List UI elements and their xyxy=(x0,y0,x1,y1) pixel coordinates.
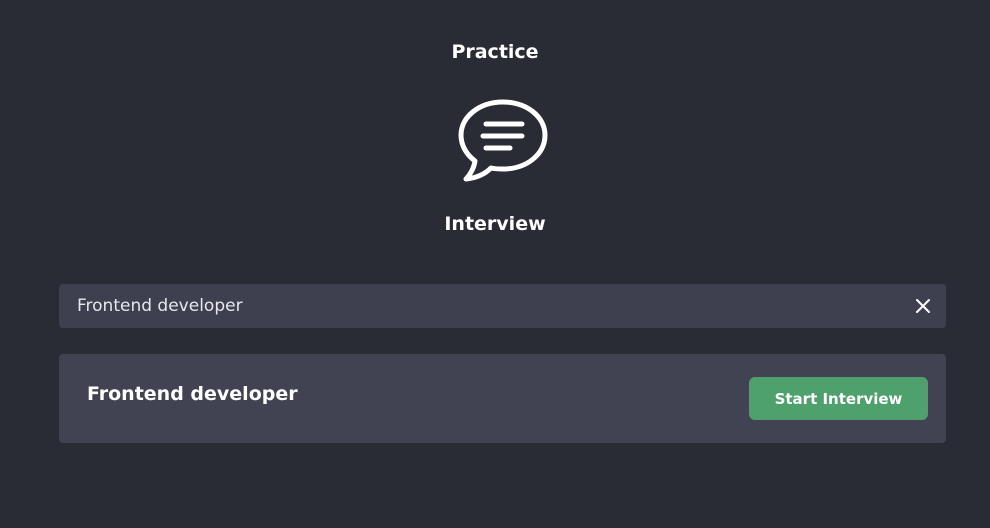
result-card: Frontend developer Start Interview xyxy=(59,354,946,443)
page-title: Practice xyxy=(451,41,539,63)
start-interview-button[interactable]: Start Interview xyxy=(749,377,928,420)
search-input[interactable] xyxy=(59,284,889,328)
section-title: Interview xyxy=(444,213,546,235)
close-icon xyxy=(916,299,930,313)
search-bar xyxy=(59,284,946,328)
clear-search-button[interactable] xyxy=(911,294,935,318)
chat-bubble-icon xyxy=(456,98,550,184)
result-title: Frontend developer xyxy=(87,383,298,405)
